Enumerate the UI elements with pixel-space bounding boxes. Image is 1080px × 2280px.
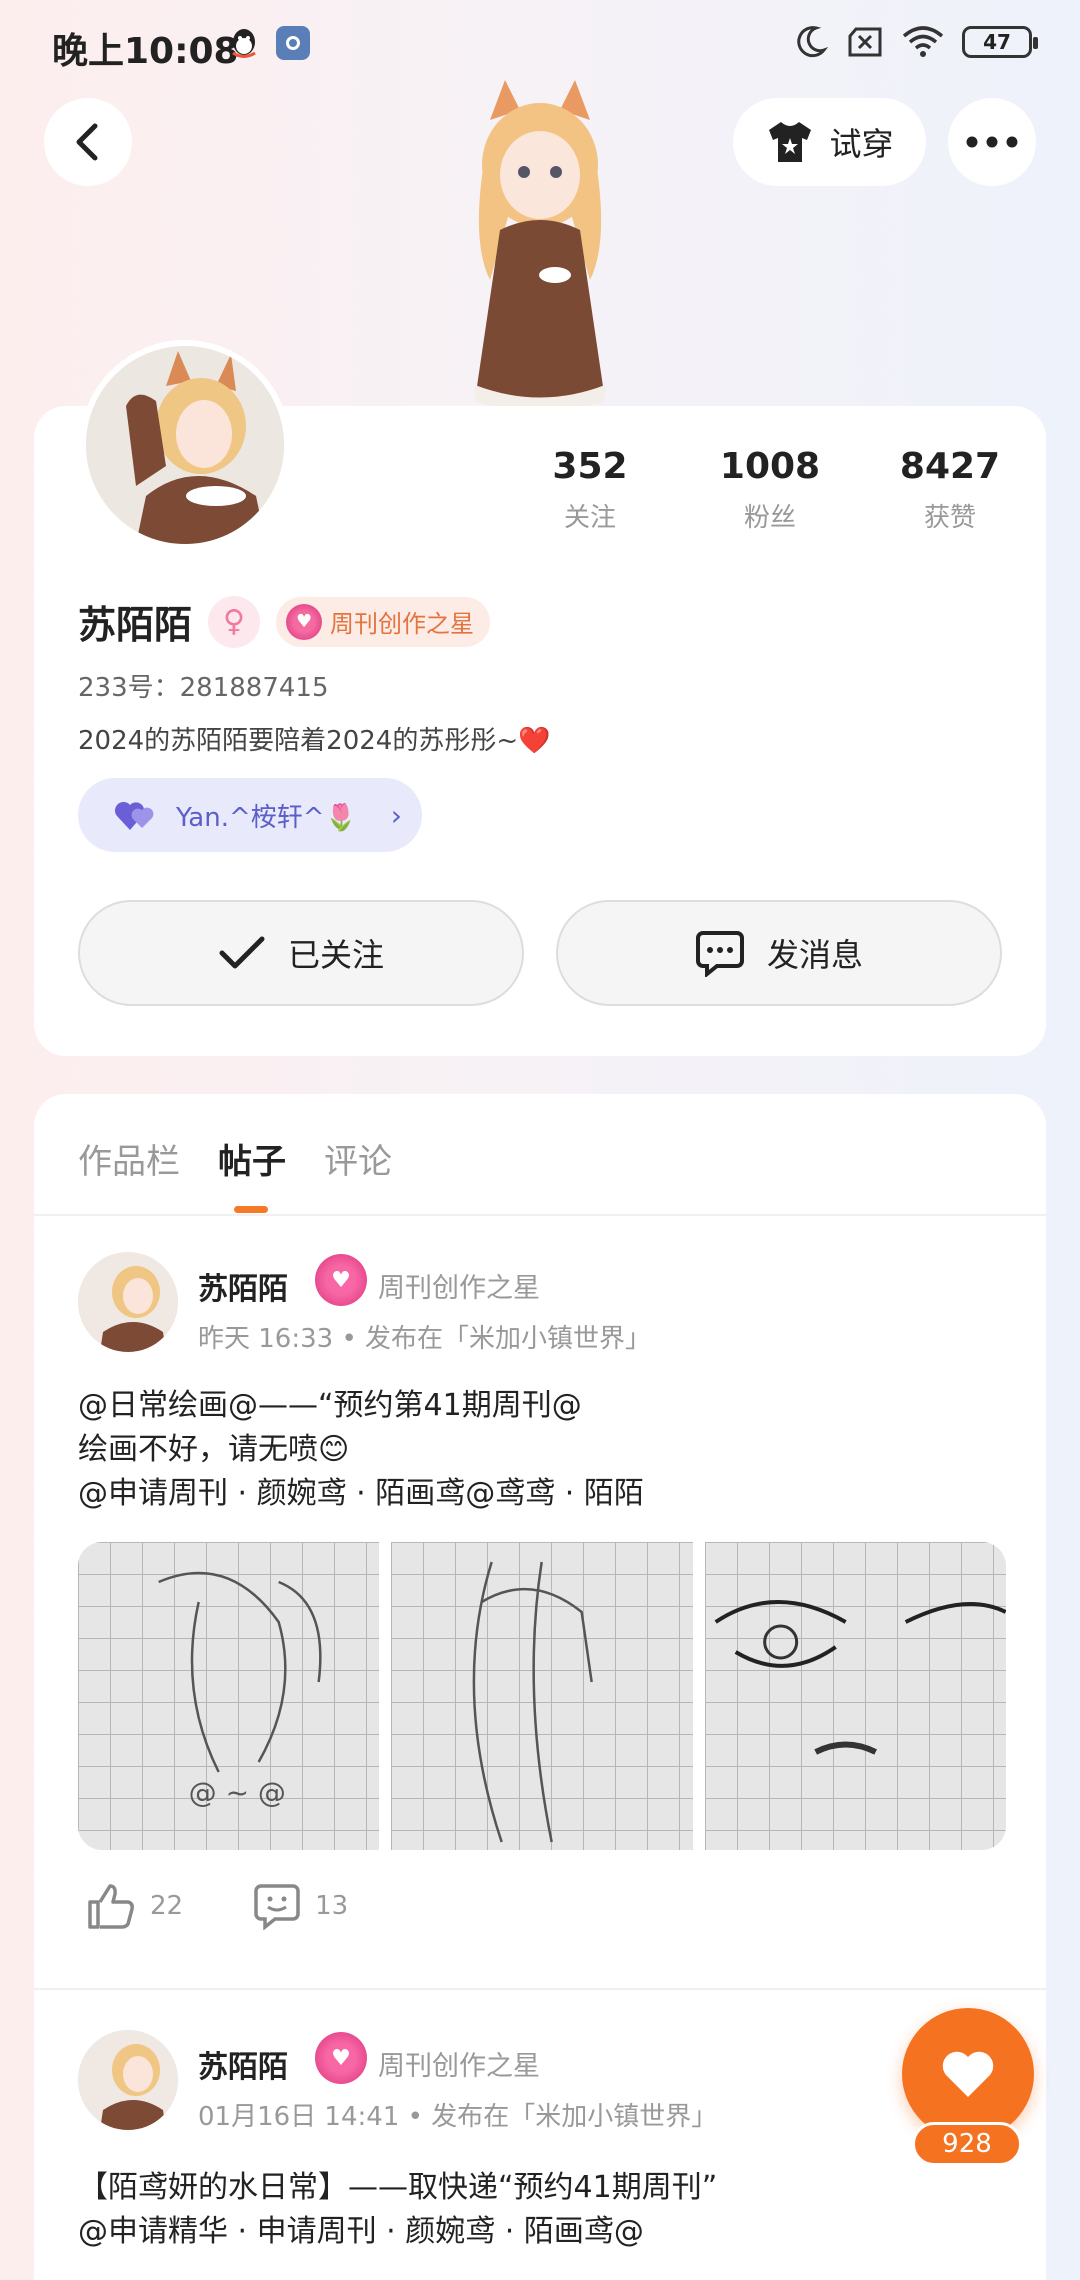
post-meta: 01月16日 14:41 • 发布在「米加小镇世界」 bbox=[198, 2102, 718, 2132]
like-fab-count: 928 bbox=[912, 2122, 1022, 2166]
try-on-button[interactable]: 试穿 bbox=[733, 98, 926, 186]
profile-tabs: 作品栏 帖子 评论 bbox=[78, 1134, 392, 1213]
profile-stats: 352 关注 1008 粉丝 8427 获赞 bbox=[500, 446, 1040, 534]
avatar-character-figure bbox=[475, 80, 605, 410]
wifi-icon bbox=[902, 26, 944, 57]
comment-icon bbox=[254, 1884, 300, 1930]
post-author-name[interactable]: 苏陌陌 bbox=[198, 2042, 288, 2086]
sketch-drawing: @ ~ @ bbox=[158, 1571, 322, 1809]
heart-badge-icon: ♥ bbox=[315, 2032, 367, 2084]
status-time: 晚上10:08 bbox=[52, 31, 239, 72]
send-message-label: 发消息 bbox=[766, 936, 863, 974]
stat-likes-label: 获赞 bbox=[923, 503, 976, 533]
status-bar: 晚上10:08 47 bbox=[0, 0, 1080, 90]
thumbs-up-icon bbox=[88, 1884, 134, 1929]
like-fab-button[interactable] bbox=[902, 2008, 1034, 2140]
fan-pill-label: Yan.^桉轩^🌷 bbox=[176, 802, 357, 833]
shirt-icon bbox=[769, 122, 812, 162]
like-count: 22 bbox=[150, 1891, 184, 1921]
comment-count: 13 bbox=[315, 1891, 349, 1921]
female-icon: ♀ bbox=[208, 595, 261, 648]
stat-following[interactable]: 352 关注 bbox=[500, 446, 680, 534]
post-line: @申请精华 · 申请周刊 · 颜婉鸢 · 陌画鸢@ bbox=[78, 2214, 644, 2249]
chat-bubble-icon bbox=[695, 931, 744, 977]
more-options-button[interactable] bbox=[948, 98, 1036, 186]
profile-name: 苏陌陌 bbox=[78, 603, 193, 647]
name-row: 苏陌陌 ♀ ♥ 周刊创作之星 bbox=[78, 594, 491, 649]
post-author-badge: 周刊创作之星 bbox=[378, 1273, 540, 1304]
tab-comments[interactable]: 评论 bbox=[324, 1134, 392, 1183]
creator-badge-label: 周刊创作之星 bbox=[330, 610, 475, 638]
avatar-image bbox=[86, 346, 284, 544]
stat-following-label: 关注 bbox=[563, 503, 616, 533]
stat-followers-label: 粉丝 bbox=[743, 503, 796, 533]
sketch-drawing bbox=[472, 1561, 594, 1843]
more-dots-icon bbox=[966, 136, 1018, 148]
moon-icon bbox=[797, 26, 828, 58]
status-icons: 47 bbox=[792, 24, 1038, 60]
stat-likes-value: 8427 bbox=[899, 446, 1001, 487]
double-heart-icon bbox=[114, 801, 154, 830]
post-card[interactable]: 苏陌陌 ♥ 周刊创作之星 01月16日 14:41 • 发布在「米加小镇世界」 … bbox=[34, 2030, 1046, 2280]
heart-icon bbox=[942, 2051, 994, 2097]
profile-bio: 2024的苏陌陌要陪着2024的苏彤彤~❤️ bbox=[78, 726, 551, 756]
post-author-name[interactable]: 苏陌陌 bbox=[198, 1264, 288, 1308]
post-image[interactable]: @ ~ @ bbox=[78, 1542, 380, 1850]
post-separator bbox=[34, 1988, 1046, 1990]
qq-icon bbox=[232, 29, 256, 58]
post-meta: 昨天 16:33 • 发布在「米加小镇世界」 bbox=[198, 1324, 652, 1354]
tab-divider bbox=[34, 1214, 1046, 1216]
post-line: 绘画不好，请无喷😊 bbox=[78, 1432, 350, 1467]
stat-followers[interactable]: 1008 粉丝 bbox=[680, 446, 860, 534]
post-body: 【陌鸢妍的水日常】——取快递“预约41期周刊” @申请精华 · 申请周刊 · 颜… bbox=[78, 2166, 717, 2254]
back-button[interactable] bbox=[44, 98, 132, 186]
comment-button[interactable]: 13 bbox=[253, 1882, 348, 1930]
post-line: @申请周刊 · 颜婉鸢 · 陌画鸢@鸢鸢 · 陌陌 bbox=[78, 1476, 644, 1511]
creator-badge[interactable]: ♥ 周刊创作之星 bbox=[276, 596, 491, 647]
feed-card: 作品栏 帖子 评论 苏陌陌 ♥ 周刊创作之星 昨天 16:33 • 发布在「米加… bbox=[34, 1094, 1046, 2280]
stat-followers-value: 1008 bbox=[719, 446, 821, 487]
post-line: 【陌鸢妍的水日常】——取快递“预约41期周刊” bbox=[78, 2170, 718, 2205]
sketch-drawing bbox=[714, 1600, 1006, 1755]
checkmark-icon bbox=[219, 936, 265, 969]
profile-avatar[interactable] bbox=[80, 340, 290, 550]
post-author-badge: 周刊创作之星 bbox=[378, 2051, 540, 2082]
try-on-label: 试穿 bbox=[829, 125, 894, 163]
svg-text:@ ~ @: @ ~ @ bbox=[189, 1776, 286, 1809]
battery-indicator: 47 bbox=[962, 26, 1038, 58]
post-actions: 22 13 bbox=[86, 1882, 348, 1930]
no-sim-icon bbox=[848, 27, 882, 57]
followed-label: 已关注 bbox=[287, 936, 384, 974]
fan-pill[interactable]: Yan.^桉轩^🌷 › bbox=[78, 778, 422, 852]
user-id: 233号：281887415 bbox=[78, 673, 329, 703]
tab-posts[interactable]: 帖子 bbox=[218, 1134, 286, 1213]
post-line: @日常绘画@——“预约第41期周刊@ bbox=[78, 1388, 582, 1423]
post-images: @ ~ @ bbox=[78, 1542, 1006, 1850]
stat-following-value: 352 bbox=[552, 446, 628, 487]
chevron-left-icon bbox=[76, 123, 98, 161]
followed-button[interactable]: 已关注 bbox=[78, 900, 524, 1006]
like-button[interactable]: 22 bbox=[86, 1882, 183, 1930]
post-body: @日常绘画@——“预约第41期周刊@ 绘画不好，请无喷😊 @申请周刊 · 颜婉鸢… bbox=[78, 1384, 644, 1516]
post-author-avatar[interactable] bbox=[78, 1252, 178, 1352]
heart-badge-icon: ♥ bbox=[286, 603, 323, 640]
post-image[interactable] bbox=[391, 1542, 693, 1850]
chevron-right-icon: › bbox=[390, 798, 402, 832]
stat-likes[interactable]: 8427 获赞 bbox=[860, 446, 1040, 534]
settings-app-icon bbox=[276, 26, 310, 60]
avatar-image bbox=[78, 2030, 178, 2130]
post-author-avatar[interactable] bbox=[78, 2030, 178, 2130]
post-card[interactable]: 苏陌陌 ♥ 周刊创作之星 昨天 16:33 • 发布在「米加小镇世界」 @日常绘… bbox=[34, 1252, 1046, 2152]
heart-badge-icon: ♥ bbox=[315, 1254, 367, 1306]
avatar-image bbox=[78, 1252, 178, 1352]
send-message-button[interactable]: 发消息 bbox=[556, 900, 1002, 1006]
post-image[interactable] bbox=[704, 1542, 1006, 1850]
tab-works[interactable]: 作品栏 bbox=[78, 1134, 180, 1183]
